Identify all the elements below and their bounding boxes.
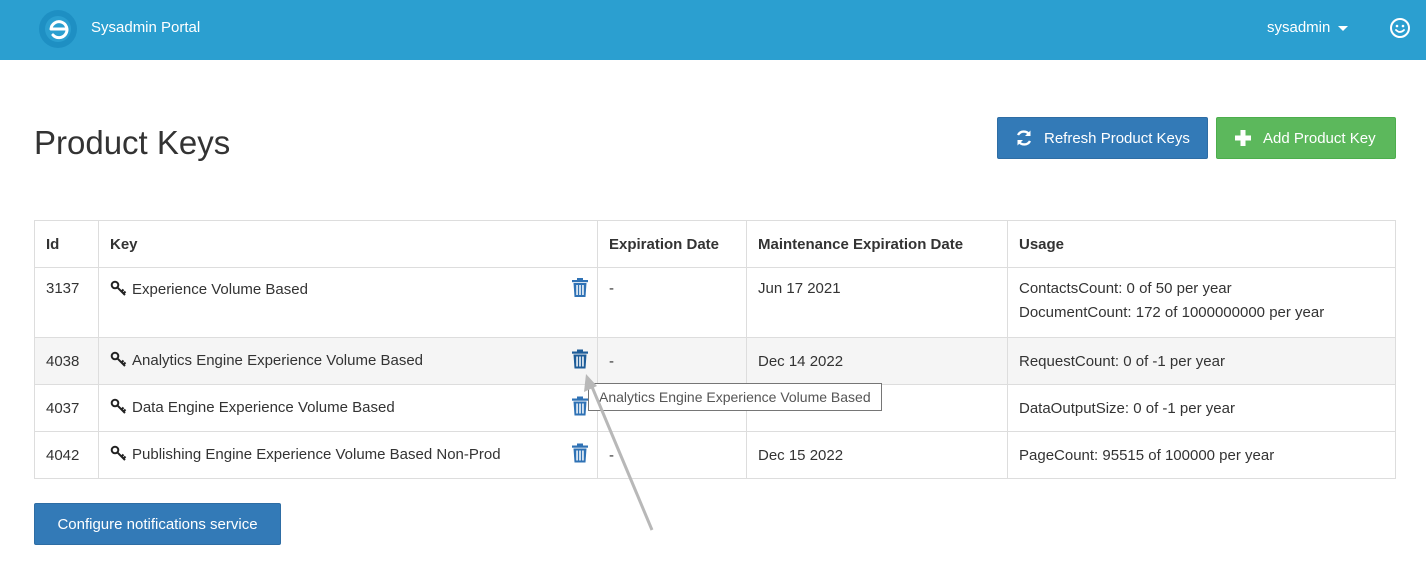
trash-icon[interactable]: [572, 443, 588, 467]
cell-id: 4042: [34, 431, 99, 479]
table-header-row: Id Key Expiration Date Maintenance Expir…: [34, 220, 1396, 268]
cell-key: Publishing Engine Experience Volume Base…: [98, 431, 598, 479]
cell-id: 3137: [34, 267, 99, 338]
refresh-label: Refresh Product Keys: [1044, 129, 1190, 147]
key-name: Data Engine Experience Volume Based: [132, 398, 395, 416]
add-label: Add Product Key: [1263, 129, 1376, 147]
usage-line: DocumentCount: 172 of 1000000000 per yea…: [1019, 304, 1325, 321]
app-title[interactable]: Sysadmin Portal: [91, 19, 200, 36]
cell-key: Experience Volume Based: [98, 267, 598, 338]
usage-line: ContactsCount: 0 of 50 per year: [1019, 280, 1232, 297]
cell-key: Analytics Engine Experience Volume Based: [98, 337, 598, 385]
cell-usage: PageCount: 95515 of 100000 per year: [1007, 431, 1396, 479]
key-name: Experience Volume Based: [132, 280, 308, 298]
column-header-key: Key: [98, 220, 598, 268]
trash-icon[interactable]: [572, 278, 588, 301]
cell-expiration: -: [597, 431, 747, 479]
key-icon: [110, 398, 128, 418]
top-navbar: Sysadmin Portal sysadmin: [0, 0, 1426, 60]
plus-icon: [1233, 128, 1253, 148]
table-row: 3137 Experience Volume Based - Jun 17 20…: [34, 267, 1396, 338]
column-header-id: Id: [34, 220, 99, 268]
cell-usage: ContactsCount: 0 of 50 per year Document…: [1007, 267, 1396, 338]
refresh-icon: [1014, 128, 1034, 148]
table-row: 4038 Analytics Engine Experience Volume …: [34, 337, 1396, 385]
column-header-expiration: Expiration Date: [597, 220, 747, 268]
brand-logo-icon[interactable]: [39, 10, 77, 48]
key-icon: [110, 445, 128, 465]
cell-expiration: -: [597, 267, 747, 338]
add-product-key-button[interactable]: Add Product Key: [1216, 117, 1396, 159]
configure-label: Configure notifications service: [57, 515, 258, 533]
user-menu[interactable]: sysadmin: [1267, 19, 1349, 36]
table-row: 4042 Publishing Engine Experience Volume…: [34, 431, 1396, 479]
cell-maintenance: Dec 14 2022: [746, 337, 1008, 385]
cell-usage: DataOutputSize: 0 of -1 per year: [1007, 384, 1396, 432]
cell-id: 4038: [34, 337, 99, 385]
chevron-down-icon: [1338, 25, 1349, 31]
trash-icon[interactable]: [572, 349, 588, 373]
trash-icon[interactable]: [572, 396, 588, 420]
tooltip: Analytics Engine Experience Volume Based: [588, 383, 882, 411]
user-name: sysadmin: [1267, 19, 1331, 36]
refresh-product-keys-button[interactable]: Refresh Product Keys: [997, 117, 1208, 159]
cell-maintenance: Dec 15 2022: [746, 431, 1008, 479]
key-icon: [110, 351, 128, 371]
cell-usage: RequestCount: 0 of -1 per year: [1007, 337, 1396, 385]
column-header-usage: Usage: [1007, 220, 1396, 268]
key-icon: [110, 280, 128, 300]
product-keys-table: Id Key Expiration Date Maintenance Expir…: [34, 220, 1396, 479]
cell-id: 4037: [34, 384, 99, 432]
key-name: Analytics Engine Experience Volume Based: [132, 351, 424, 369]
cell-maintenance: Jun 17 2021: [746, 267, 1008, 338]
cell-key: Data Engine Experience Volume Based: [98, 384, 598, 432]
smiley-icon[interactable]: [1389, 17, 1411, 44]
key-name: Publishing Engine Experience Volume Base…: [132, 445, 501, 463]
page-title: Product Keys: [34, 124, 231, 161]
configure-notifications-button[interactable]: Configure notifications service: [34, 503, 281, 545]
column-header-maintenance: Maintenance Expiration Date: [746, 220, 1008, 268]
cell-expiration: -: [597, 337, 747, 385]
